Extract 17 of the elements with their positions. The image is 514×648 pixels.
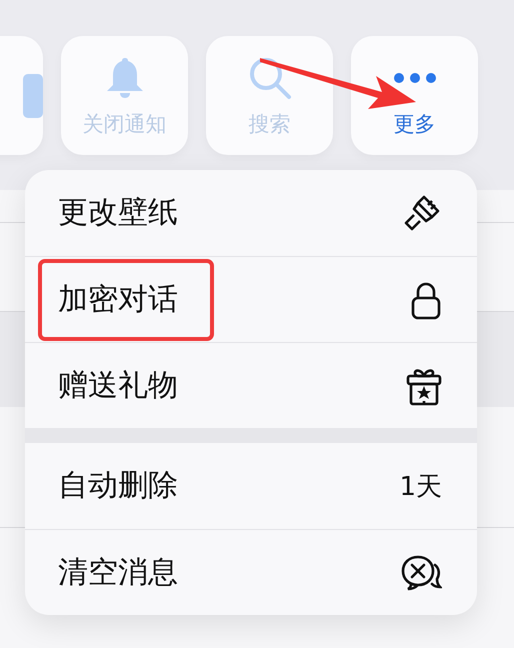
menu-item[interactable]: 更改壁纸 (25, 170, 477, 256)
menu-item[interactable]: 自动删除 1天 (25, 443, 477, 529)
clear-chat-icon (400, 552, 442, 592)
menu-item-label: 更改壁纸 (58, 194, 178, 232)
menu-item[interactable]: 清空消息 (25, 529, 477, 615)
menu-item-label: 赠送礼物 (58, 366, 178, 404)
more-button[interactable]: 更多 (351, 36, 478, 155)
menu-item-label: 清空消息 (58, 554, 178, 592)
menu-item[interactable]: 加密对话 (25, 256, 477, 342)
lock-icon (410, 280, 442, 320)
more-icon[interactable] (394, 72, 436, 82)
paintbrush-icon (402, 193, 442, 233)
menu-item-label: 加密对话 (58, 280, 178, 318)
search-icon (248, 56, 292, 100)
menu-item-label: 自动删除 (58, 467, 178, 505)
duration-value: 1天 (399, 470, 442, 504)
bell-icon (104, 56, 144, 98)
